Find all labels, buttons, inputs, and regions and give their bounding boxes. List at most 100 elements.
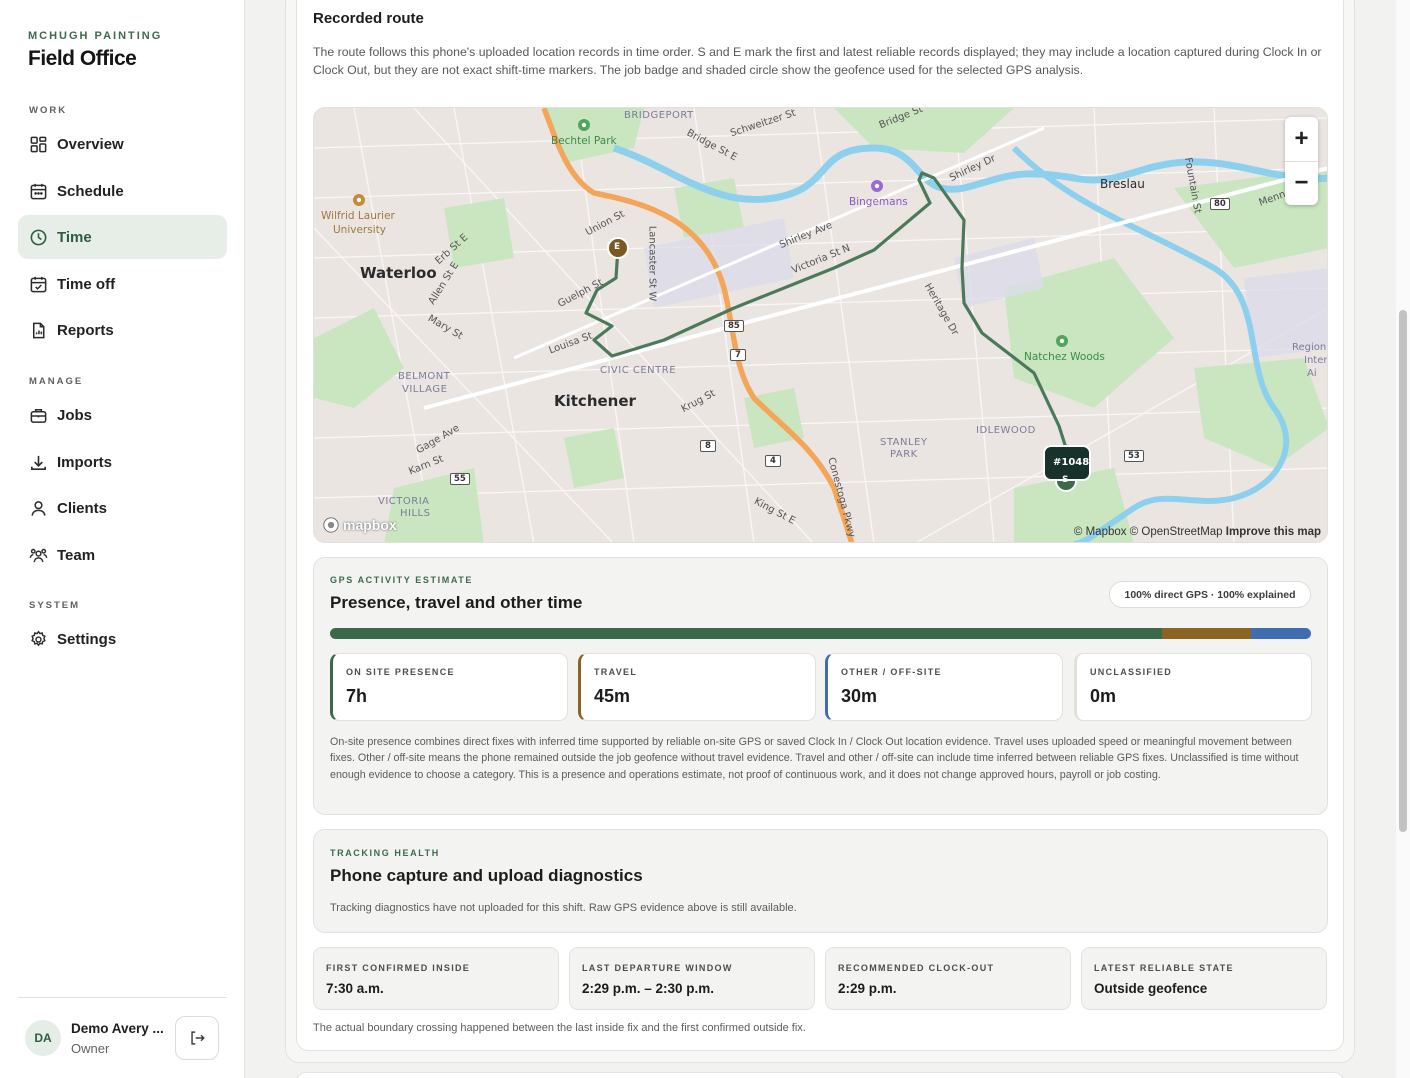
summary-first-inside: FIRST CONFIRMED INSIDE 7:30 a.m. [313, 947, 559, 1010]
nav-item-time-off[interactable]: Time off [18, 262, 227, 306]
user-role: Owner [71, 1041, 110, 1056]
street-label: Lancaster St W [646, 225, 658, 302]
next-card [296, 1072, 1344, 1078]
nav-item-label: Clients [57, 499, 108, 517]
nav-item-reports[interactable]: Reports [18, 308, 227, 352]
stat-value: 7h [346, 686, 368, 706]
attribution-mapbox[interactable]: © Mapbox [1074, 526, 1127, 538]
place-label: PARK [890, 449, 918, 460]
place-label: HILLS [400, 508, 431, 519]
nav-item-clients[interactable]: Clients [18, 486, 227, 530]
stat-value: 0m [1090, 686, 1117, 706]
end-marker[interactable]: E [614, 242, 620, 252]
nav-item-schedule[interactable]: Schedule [18, 169, 227, 213]
attribution-osm[interactable]: © OpenStreetMap [1130, 526, 1223, 538]
gps-kicker: GPS ACTIVITY ESTIMATE [330, 575, 473, 585]
nav-item-imports[interactable]: Imports [18, 440, 227, 484]
avatar: DA [25, 1020, 61, 1056]
job-badge[interactable]: #1048 [1053, 457, 1089, 468]
place-label: Ai [1307, 368, 1317, 379]
map-attribution: © Mapbox © OpenStreetMap Improve this ma… [1074, 526, 1321, 538]
zoom-in-button[interactable]: + [1285, 117, 1318, 161]
place-label: VICTORIA [378, 496, 430, 507]
health-title: Phone capture and upload diagnostics [330, 866, 643, 885]
summary-label: FIRST CONFIRMED INSIDE [326, 963, 471, 973]
summary-label: LATEST RELIABLE STATE [1094, 963, 1234, 973]
place-label: IDLEWOOD [976, 425, 1036, 436]
nav-section-manage: MANAGE [29, 376, 84, 387]
company-name: MCHUGH PAINTING [28, 30, 163, 42]
route-shield: 80 [1210, 198, 1230, 210]
nav-item-settings[interactable]: Settings [18, 617, 227, 661]
poi-label: University [333, 224, 386, 236]
briefcase-icon [30, 408, 47, 423]
scrollbar-thumb[interactable] [1399, 310, 1407, 832]
stat-label: OTHER / OFF-SITE [841, 667, 942, 677]
mapbox-logo[interactable]: mapbox [322, 516, 397, 534]
nav-item-time[interactable]: Time [18, 215, 227, 259]
summary-departure-window: LAST DEPARTURE WINDOW 2:29 p.m. – 2:30 p… [569, 947, 815, 1010]
grid-icon [30, 136, 47, 152]
stat-label: TRAVEL [594, 667, 638, 677]
zoom-out-button[interactable]: − [1285, 161, 1318, 205]
poi-label: Wilfrid Laurier [321, 210, 395, 222]
gps-explanation: On-site presence combines direct fixes w… [330, 736, 1299, 781]
nav-section-work: WORK [29, 105, 68, 116]
place-label: Region o [1292, 342, 1327, 353]
nav-item-jobs[interactable]: Jobs [18, 393, 227, 437]
nav-item-overview[interactable]: Overview [18, 122, 227, 166]
logout-button[interactable] [175, 1016, 219, 1060]
place-label: STANLEY [880, 437, 928, 448]
health-text: Tracking diagnostics have not uploaded f… [330, 902, 797, 914]
stat-label: ON SITE PRESENCE [346, 667, 455, 677]
route-shield: 55 [450, 473, 470, 485]
nav-item-label: Reports [57, 321, 114, 339]
summary-recommended-clock-out: RECOMMENDED CLOCK-OUT 2:29 p.m. [825, 947, 1071, 1010]
route-shield: 8 [700, 440, 716, 452]
calendar-icon [30, 183, 47, 199]
gps-coverage-badge: 100% direct GPS · 100% explained [1109, 581, 1311, 608]
nav-section-system: SYSTEM [29, 600, 81, 611]
route-map[interactable]: E S #1048 Waterloo Kitchener Breslau BRI… [313, 107, 1328, 543]
place-label: Waterloo [360, 264, 437, 282]
sidebar-divider [18, 997, 227, 998]
stat-on-site: ON SITE PRESENCE 7h [330, 653, 568, 721]
activity-bar-other [1251, 628, 1311, 639]
nav-item-label: Schedule [57, 182, 124, 200]
stat-label: UNCLASSIFIED [1090, 667, 1173, 677]
place-label: Kitchener [554, 392, 636, 410]
summary-value: 2:29 p.m. [838, 981, 897, 996]
poi-label: Bingemans [849, 196, 908, 208]
mapbox-logo-text: mapbox [343, 517, 397, 533]
zoom-control: + − [1285, 117, 1318, 205]
calendar-check-icon [30, 276, 47, 292]
start-marker[interactable]: S [1062, 475, 1068, 485]
sidebar: MCHUGH PAINTING Field Office WORK Overvi… [0, 0, 245, 1078]
gear-icon [31, 630, 46, 646]
improve-map-link[interactable]: Improve this map [1226, 526, 1321, 538]
activity-bar-on-site [330, 628, 1163, 639]
activity-bar [330, 628, 1311, 639]
route-shield: 7 [730, 349, 746, 361]
nav-item-label: Settings [57, 630, 117, 648]
place-label: BRIDGEPORT [624, 110, 694, 121]
nav-item-label: Time [57, 228, 92, 246]
nav-item-team[interactable]: Team [18, 533, 227, 577]
nav-item-label: Overview [57, 135, 124, 153]
download-icon [31, 455, 46, 470]
boundary-footnote: The actual boundary crossing happened be… [313, 1022, 806, 1034]
place-label: Inter [1304, 355, 1328, 366]
gps-title: Presence, travel and other time [330, 593, 583, 612]
team-icon [29, 548, 48, 562]
summary-latest-state: LATEST RELIABLE STATE Outside geofence [1081, 947, 1327, 1010]
summary-value: 7:30 a.m. [326, 981, 384, 996]
stat-unclassified: UNCLASSIFIED 0m [1074, 653, 1312, 721]
place-label: VILLAGE [402, 384, 448, 395]
clock-icon [30, 229, 47, 245]
report-icon [32, 322, 45, 338]
stat-travel: TRAVEL 45m [578, 653, 816, 721]
summary-label: RECOMMENDED CLOCK-OUT [838, 963, 995, 973]
place-label: Breslau [1100, 177, 1145, 191]
summary-value: Outside geofence [1094, 981, 1208, 996]
health-kicker: TRACKING HEALTH [330, 848, 440, 858]
